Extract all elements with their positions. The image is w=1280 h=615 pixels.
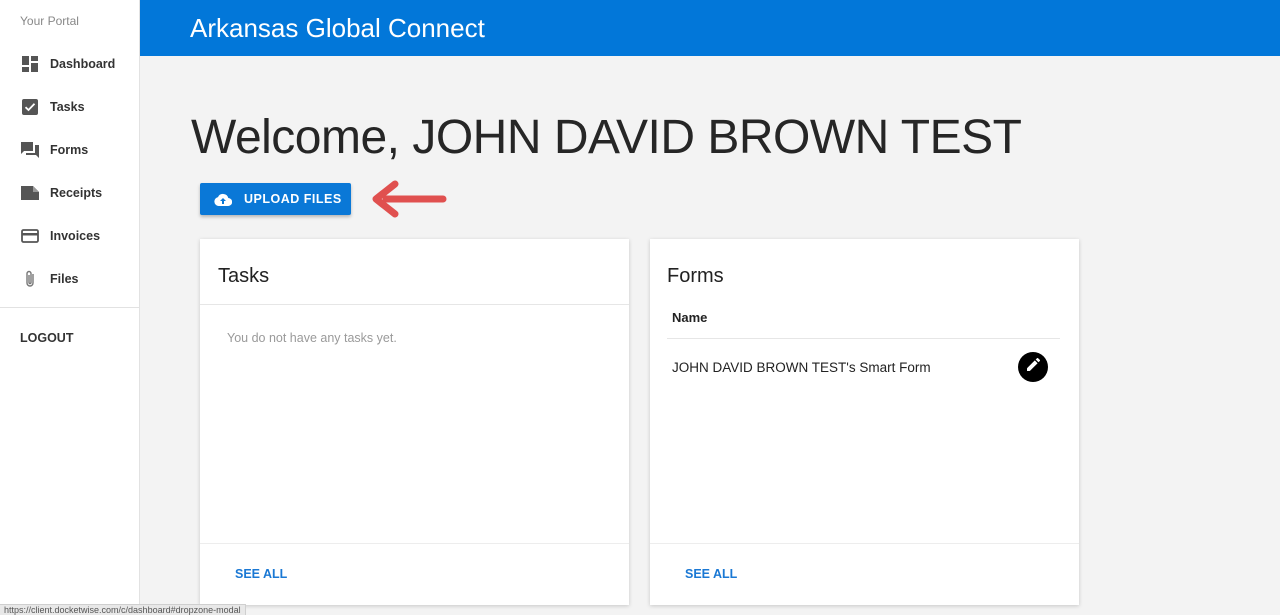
sidebar-item-files[interactable]: Files — [0, 257, 140, 300]
sidebar-item-label: Tasks — [50, 99, 85, 114]
checkbox-icon — [20, 97, 40, 117]
forms-card: Forms Name JOHN DAVID BROWN TEST's Smart… — [650, 239, 1079, 605]
forum-icon — [20, 140, 40, 160]
edit-form-button[interactable] — [1018, 352, 1048, 382]
upload-files-label: UPLOAD FILES — [244, 192, 342, 206]
sidebar-item-label: Forms — [50, 142, 89, 157]
top-app-bar: Arkansas Global Connect — [140, 0, 1280, 56]
forms-see-all-link[interactable]: SEE ALL — [685, 567, 737, 581]
cloud-upload-icon — [214, 192, 232, 206]
upload-files-button[interactable]: UPLOAD FILES — [200, 183, 351, 215]
dashboard-icon — [20, 54, 40, 74]
sidebar-nav: Dashboard Tasks Forms Receipts Invoices — [0, 42, 140, 300]
divider — [650, 543, 1079, 544]
sidebar-item-label: Invoices — [50, 228, 101, 243]
credit-card-icon — [20, 226, 40, 246]
receipt-icon — [20, 183, 40, 203]
divider — [200, 543, 629, 544]
forms-column-header-name: Name — [672, 310, 708, 325]
sidebar: Your Portal Dashboard Tasks Forms Receip… — [0, 0, 140, 615]
portal-title: Your Portal — [20, 14, 79, 28]
annotation-arrow-icon — [372, 180, 447, 218]
tasks-see-all-link[interactable]: SEE ALL — [235, 567, 287, 581]
sidebar-item-invoices[interactable]: Invoices — [0, 214, 140, 257]
pencil-icon — [1026, 357, 1040, 376]
browser-status-url: https://client.docketwise.com/c/dashboar… — [0, 604, 246, 615]
divider — [667, 338, 1060, 339]
tasks-card: Tasks You do not have any tasks yet. SEE… — [200, 239, 629, 605]
sidebar-item-label: Receipts — [50, 185, 103, 200]
sidebar-divider — [0, 307, 140, 308]
divider — [200, 304, 629, 305]
sidebar-item-label: Files — [50, 271, 79, 286]
tasks-card-title: Tasks — [218, 265, 270, 287]
tasks-empty-message: You do not have any tasks yet. — [227, 331, 397, 345]
page-title: Welcome, JOHN DAVID BROWN TEST — [191, 111, 1022, 164]
sidebar-item-tasks[interactable]: Tasks — [0, 85, 140, 128]
sidebar-item-label: Dashboard — [50, 56, 116, 71]
sidebar-item-forms[interactable]: Forms — [0, 128, 140, 171]
logout-link[interactable]: LOGOUT — [20, 331, 73, 345]
forms-card-title: Forms — [667, 265, 724, 287]
paperclip-icon — [20, 269, 40, 289]
app-title: Arkansas Global Connect — [190, 13, 485, 43]
form-row-name[interactable]: JOHN DAVID BROWN TEST's Smart Form — [672, 360, 931, 375]
sidebar-item-dashboard[interactable]: Dashboard — [0, 42, 140, 85]
sidebar-item-receipts[interactable]: Receipts — [0, 171, 140, 214]
